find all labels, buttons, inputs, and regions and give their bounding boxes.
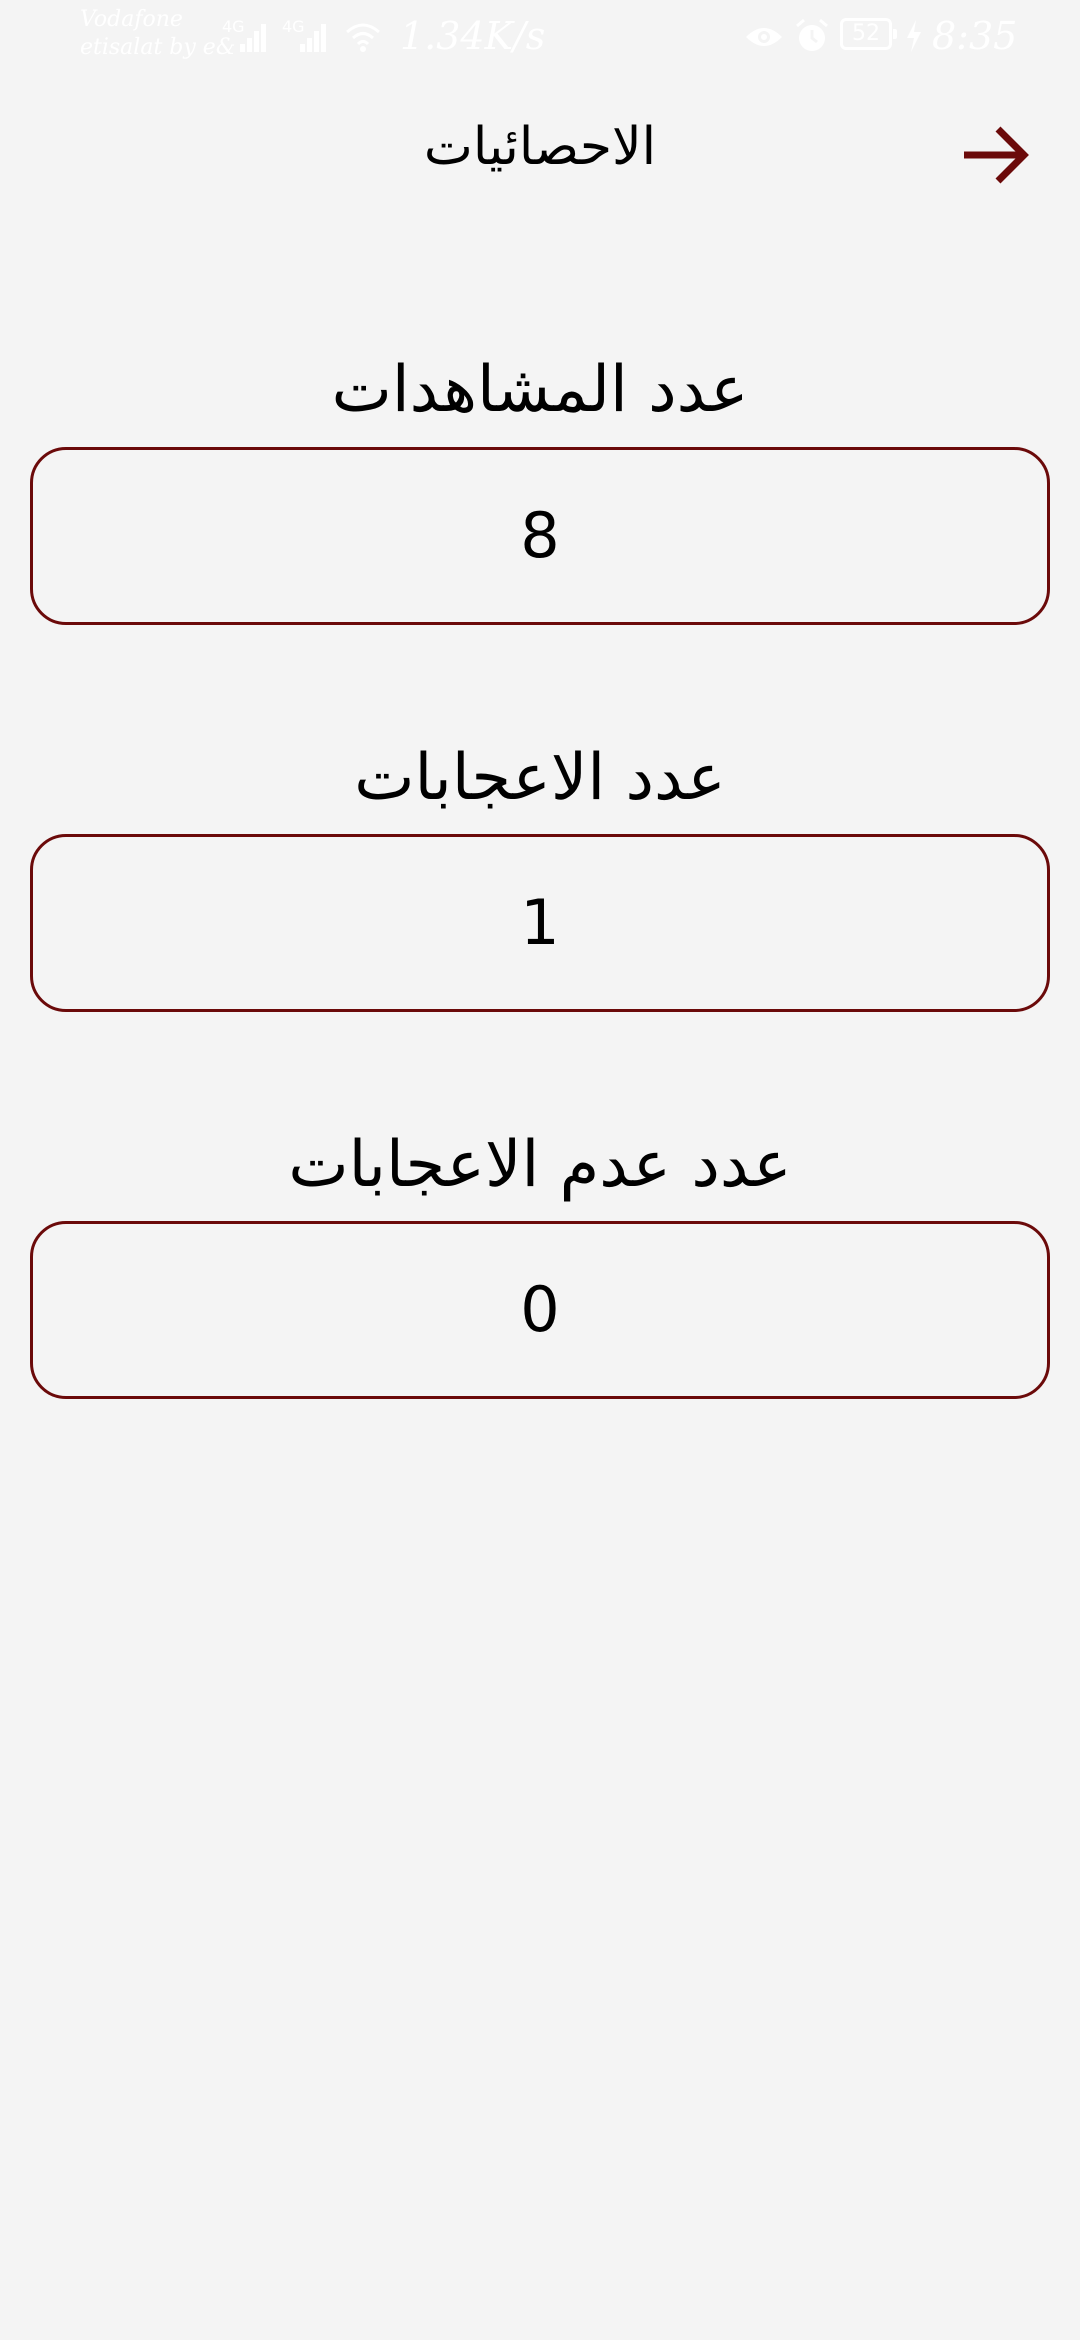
svg-text:4G: 4G <box>222 18 245 36</box>
svg-text:4G: 4G <box>282 18 305 36</box>
signal-icon: 4G <box>282 18 326 52</box>
page-title: الاحصائيات <box>423 117 657 177</box>
status-bar: Vodafone etisalat by e& 4G 4G 1.34K/s 52… <box>0 0 1080 72</box>
carrier-1: Vodafone <box>80 7 183 32</box>
views-value: 8 <box>520 499 560 572</box>
app-bar: الاحصائيات <box>0 72 1080 222</box>
signal-icon: 4G <box>222 18 266 52</box>
net-speed: 1.34K/s <box>400 14 546 58</box>
charging-icon <box>907 20 921 52</box>
likes-label: عدد الاعجابات <box>354 741 726 815</box>
back-button[interactable] <box>956 116 1034 194</box>
clock: 8:35 <box>932 14 1018 58</box>
carrier-2: etisalat by e& <box>80 35 236 60</box>
views-label: عدد المشاهدات <box>331 353 749 427</box>
views-box: 8 <box>30 447 1050 625</box>
likes-box: 1 <box>30 834 1050 1012</box>
eye-icon <box>746 28 782 46</box>
battery-icon: 52 <box>840 18 897 50</box>
alarm-icon <box>796 18 828 51</box>
likes-value: 1 <box>520 886 560 959</box>
dislikes-value: 0 <box>520 1273 560 1346</box>
wifi-icon <box>346 23 380 52</box>
arrow-right-icon <box>964 126 1029 184</box>
carrier-names: Vodafone etisalat by e& <box>80 6 235 62</box>
dislikes-box: 0 <box>30 1221 1050 1399</box>
dislikes-label: عدد عدم الاعجابات <box>288 1128 792 1202</box>
